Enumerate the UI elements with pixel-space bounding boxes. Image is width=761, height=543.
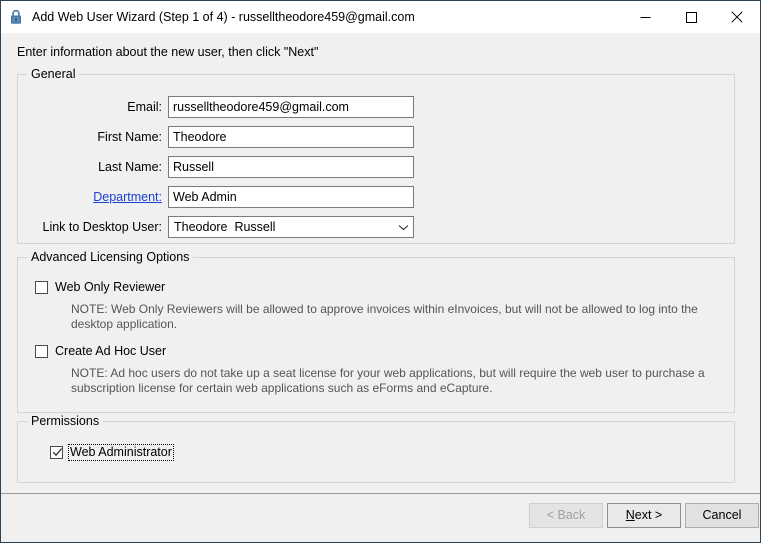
close-button[interactable] xyxy=(714,2,760,33)
field-row-first-name: First Name: xyxy=(18,126,734,148)
email-label: Email: xyxy=(127,100,162,114)
dialog-body: Enter information about the new user, th… xyxy=(1,33,760,542)
permissions-group: Permissions Web Administrator xyxy=(17,414,735,483)
link-to-desktop-user-label: Link to Desktop User: xyxy=(42,220,163,234)
next-button-accel: N xyxy=(625,508,635,522)
first-name-input[interactable] xyxy=(168,126,414,148)
minimize-button[interactable] xyxy=(622,2,668,33)
window-title: Add Web User Wizard (Step 1 of 4) - russ… xyxy=(32,10,415,24)
create-ad-hoc-user-note: NOTE: Ad hoc users do not take up a seat… xyxy=(71,366,705,395)
link-to-desktop-user-value: Theodore Russell xyxy=(174,220,276,234)
licensing-group: Advanced Licensing Options Web Only Revi… xyxy=(17,250,735,413)
last-name-label: Last Name: xyxy=(98,160,162,174)
chevron-down-icon xyxy=(394,224,413,231)
title-bar: Add Web User Wizard (Step 1 of 4) - russ… xyxy=(1,1,760,33)
permissions-group-legend: Permissions xyxy=(27,414,104,428)
maximize-icon xyxy=(685,11,697,23)
lock-icon xyxy=(11,9,21,24)
first-name-label: First Name: xyxy=(97,130,162,144)
close-icon xyxy=(731,11,743,23)
general-group: General Email: First Name: Last Name: De… xyxy=(17,67,735,244)
web-only-reviewer-checkbox-row[interactable]: Web Only Reviewer xyxy=(35,280,165,295)
department-link[interactable]: Department: xyxy=(18,186,162,208)
web-only-reviewer-checkbox[interactable] xyxy=(35,281,48,294)
general-group-legend: General xyxy=(27,67,80,81)
cancel-button[interactable]: Cancel xyxy=(685,503,759,528)
link-to-desktop-user-combobox[interactable]: Theodore Russell xyxy=(168,216,414,238)
department-input[interactable] xyxy=(168,186,414,208)
checkmark-icon xyxy=(52,448,63,457)
create-ad-hoc-user-label: Create Ad Hoc User xyxy=(55,344,167,358)
web-only-reviewer-note: NOTE: Web Only Reviewers will be allowed… xyxy=(71,302,698,331)
create-ad-hoc-user-checkbox-row[interactable]: Create Ad Hoc User xyxy=(35,344,166,359)
web-administrator-label: Web Administrator xyxy=(68,444,174,461)
footer-bar: < Back Next > Cancel xyxy=(1,494,760,542)
create-ad-hoc-user-checkbox[interactable] xyxy=(35,345,48,358)
maximize-button[interactable] xyxy=(668,2,714,33)
next-button[interactable]: Next > xyxy=(607,503,681,528)
web-only-reviewer-label: Web Only Reviewer xyxy=(55,280,166,294)
last-name-input[interactable] xyxy=(168,156,414,178)
back-button[interactable]: < Back xyxy=(529,503,603,528)
email-input[interactable] xyxy=(168,96,414,118)
dialog-window: Add Web User Wizard (Step 1 of 4) - russ… xyxy=(0,0,761,543)
web-administrator-checkbox[interactable] xyxy=(50,446,63,459)
instruction-text: Enter information about the new user, th… xyxy=(17,45,319,59)
next-button-label: ext > xyxy=(634,508,663,522)
licensing-group-legend: Advanced Licensing Options xyxy=(27,250,194,264)
field-row-email: Email: xyxy=(18,96,734,118)
minimize-icon xyxy=(640,16,650,18)
field-row-last-name: Last Name: xyxy=(18,156,734,178)
field-row-link-desktop-user: Link to Desktop User: Theodore Russell xyxy=(18,216,734,238)
field-row-department: Department: xyxy=(18,186,734,208)
web-administrator-checkbox-row[interactable]: Web Administrator xyxy=(50,444,174,461)
